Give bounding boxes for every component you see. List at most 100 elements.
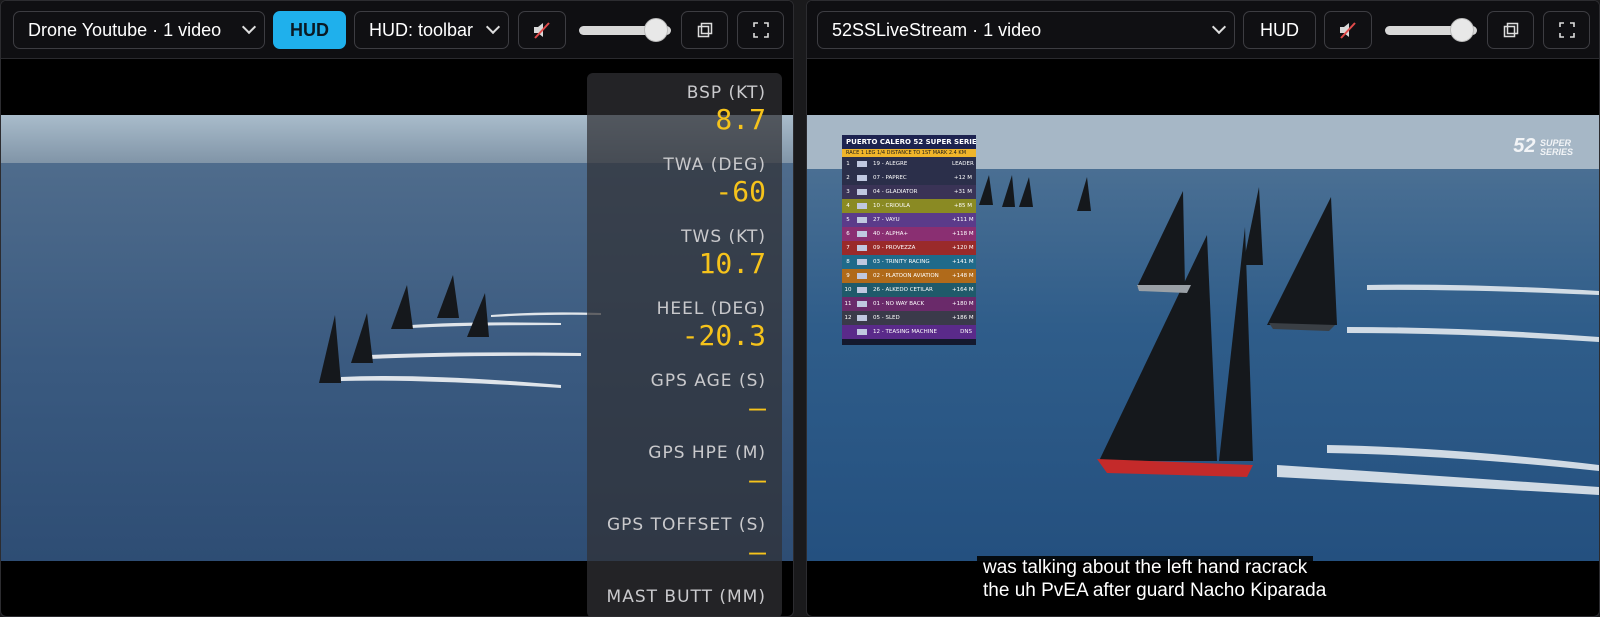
pip-icon [697, 22, 712, 38]
source-select[interactable]: 52SSLiveStream · 1 video [817, 11, 1235, 49]
metric-label: GPS AGE (S) [650, 371, 766, 391]
leaderboard-boat: 05 - SLED [873, 315, 900, 321]
source-select-label: 52SSLiveStream · 1 video [832, 19, 1042, 40]
volume-slider[interactable] [1385, 18, 1477, 42]
mute-icon [1340, 22, 1356, 39]
leaderboard-gap: +12 M [953, 175, 972, 181]
leaderboard-boat: 07 - PAPREC [873, 175, 907, 181]
mute-button[interactable] [518, 11, 566, 49]
leaderboard-title: PUERTO CALERO 52 SUPER SERIES ROYAL CUP [842, 135, 976, 149]
metric-value: 10.7 [698, 247, 766, 280]
leaderboard-gap: +164 M [952, 287, 974, 293]
volume-slider-thumb[interactable] [644, 18, 668, 42]
volume-slider[interactable] [579, 18, 671, 42]
series-logo: 52 SUPER SERIES [1513, 135, 1573, 158]
flag-icon [857, 175, 867, 181]
leaderboard-row: 10 26 - ALKEDO CETILAR +164 M [842, 283, 976, 297]
pip-button[interactable] [1487, 11, 1534, 49]
leaderboard-row: 7 09 - PROVEZZA +120 M [842, 241, 976, 255]
hud-toggle-button[interactable]: HUD [1243, 11, 1316, 49]
leaderboard-gap: DNS [960, 329, 972, 335]
app-root: Drone Youtube · 1 video HUD HUD: toolbar [0, 0, 1600, 617]
volume-slider-thumb[interactable] [1450, 18, 1474, 42]
leaderboard-boat: 01 - NO WAY BACK [873, 301, 925, 307]
metric-label: HEEL (DEG) [656, 299, 766, 319]
metric-label: TWS (KT) [681, 227, 766, 247]
chevron-down-icon [1211, 19, 1227, 35]
leaderboard-position: 3 [846, 189, 850, 195]
hud-metric: GPS AGE (S) — [651, 371, 766, 424]
hud-metric: HEEL (DEG) -20.3 [657, 299, 766, 352]
leaderboard-row: 5 27 - VAYU +111 M [842, 213, 976, 227]
leaderboard-row: 4 10 - CRIOULA +85 M [842, 199, 976, 213]
leaderboard-position: 8 [846, 259, 850, 265]
mute-button[interactable] [1324, 11, 1372, 49]
metric-value: — [749, 535, 766, 568]
leaderboard-gap: +141 M [952, 259, 974, 265]
leaderboard-position: 6 [846, 231, 850, 237]
flag-icon [857, 203, 867, 209]
leaderboard-gap: +180 M [952, 301, 974, 307]
mute-icon [534, 22, 550, 39]
video-pane-left: Drone Youtube · 1 video HUD HUD: toolbar [0, 0, 794, 617]
leaderboard-position: 1 [846, 161, 850, 167]
leaderboard-gap: +85 M [953, 203, 972, 209]
leaderboard-position: 4 [846, 203, 850, 209]
hud-mode-select[interactable]: HUD: toolbar [354, 11, 509, 49]
chevron-down-icon [485, 19, 501, 35]
source-select[interactable]: Drone Youtube · 1 video [13, 11, 265, 49]
fullscreen-icon [752, 22, 769, 38]
leaderboard-position: 5 [846, 217, 850, 223]
pip-button[interactable] [681, 11, 728, 49]
metric-value: — [749, 463, 766, 496]
flag-icon [857, 259, 867, 265]
caption-line: the uh PvEA after guard Nacho Kiparada [977, 579, 1333, 602]
livestream-video-frame[interactable]: PUERTO CALERO 52 SUPER SERIES ROYAL CUP … [807, 115, 1599, 561]
metric-label: GPS HPE (M) [648, 443, 766, 463]
leaderboard-gap: LEADER [952, 161, 974, 167]
hud-metric: BSP (KT) 8.7 [687, 83, 766, 136]
leaderboard-boat: 26 - ALKEDO CETILAR [873, 287, 933, 293]
chevron-down-icon [241, 19, 257, 35]
leaderboard-boat: 04 - GLADIATOR [873, 189, 918, 195]
leaderboard-gap: +111 M [952, 217, 974, 223]
leaderboard-row: 8 03 - TRINITY RACING +141 M [842, 255, 976, 269]
flag-icon [857, 231, 867, 237]
leaderboard-rows: 1 19 - ALEGRE LEADER 2 07 - PAPREC +12 M 3 04 -… [842, 157, 976, 339]
leaderboard-boat: 10 - CRIOULA [873, 203, 911, 209]
leaderboard-gap: +120 M [952, 245, 974, 251]
metric-label: BSP (KT) [686, 83, 766, 103]
fullscreen-button[interactable] [1543, 11, 1590, 49]
flag-icon [857, 273, 867, 279]
metric-label: TWA (DEG) [663, 155, 766, 175]
leaderboard-gap: +31 M [953, 189, 972, 195]
leaderboard-position: 12 [844, 315, 852, 321]
leaderboard-row: 3 04 - GLADIATOR +31 M [842, 185, 976, 199]
leaderboard-boat: 03 - TRINITY RACING [873, 259, 930, 265]
series-logo-text: SUPER SERIES [1540, 138, 1573, 157]
flag-icon [857, 189, 867, 195]
fullscreen-button[interactable] [737, 11, 784, 49]
hud-toggle-button[interactable]: HUD [273, 11, 346, 49]
leaderboard-gap: +186 M [952, 315, 974, 321]
flag-icon [857, 217, 867, 223]
metric-label: MAST BUTT (MM) [606, 587, 766, 607]
flag-icon [857, 301, 867, 307]
source-select-label: Drone Youtube · 1 video [28, 19, 222, 40]
leaderboard-row: 6 40 - ALPHA+ +118 M [842, 227, 976, 241]
leaderboard-boat: 19 - ALEGRE [873, 161, 908, 167]
metric-value: 8.7 [715, 103, 766, 136]
leaderboard-position: 10 [844, 287, 852, 293]
leaderboard-position: 7 [846, 245, 850, 251]
race-leaderboard: PUERTO CALERO 52 SUPER SERIES ROYAL CUP … [842, 135, 976, 345]
leaderboard-position: 9 [846, 273, 850, 279]
leaderboard-boat: 09 - PROVEZZA [873, 245, 916, 251]
leaderboard-row: 12 - TEASING MACHINE DNS [842, 325, 976, 339]
leaderboard-gap: +118 M [952, 231, 974, 237]
pane-toolbar-right: 52SSLiveStream · 1 video HUD [807, 1, 1599, 59]
series-logo-number: 52 [1513, 135, 1536, 157]
pane-toolbar-left: Drone Youtube · 1 video HUD HUD: toolbar [1, 1, 793, 59]
hud-metric: GPS TOFFSET (S) — [607, 515, 766, 568]
metric-value: -20.3 [681, 319, 766, 352]
leaderboard-row: 12 05 - SLED +186 M [842, 311, 976, 325]
